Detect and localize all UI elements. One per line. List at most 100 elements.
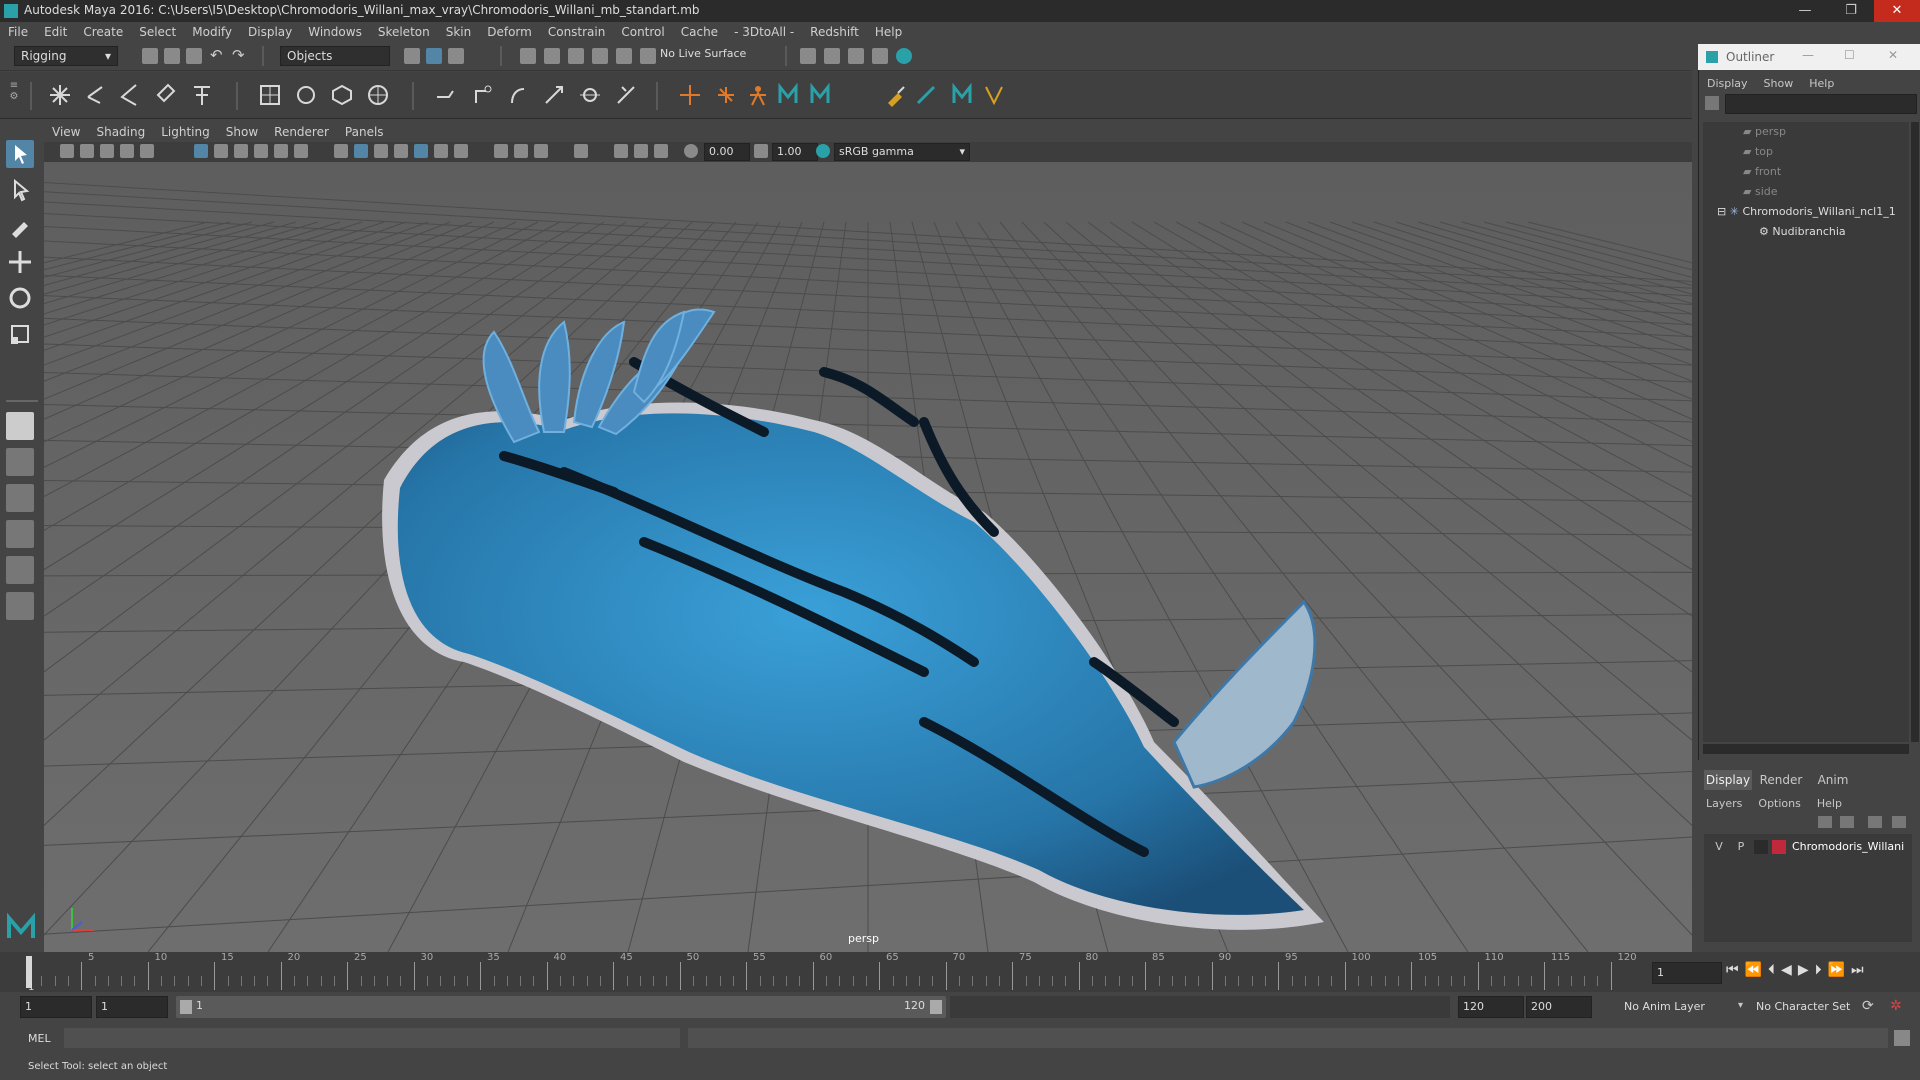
- wireframe-icon[interactable]: [334, 144, 348, 158]
- field-chart-icon[interactable]: [274, 144, 288, 158]
- menu-cache[interactable]: Cache: [673, 22, 726, 42]
- step-forward-frame-icon[interactable]: ⏵: [1815, 962, 1828, 978]
- layer-reference-toggle[interactable]: [1754, 840, 1768, 854]
- grease-pencil-icon[interactable]: [140, 144, 154, 158]
- single-perspective-layout-icon[interactable]: [6, 412, 34, 440]
- viewport-menu-renderer[interactable]: Renderer: [266, 122, 337, 142]
- v-icon[interactable]: [982, 83, 1006, 107]
- resolution-gate-icon[interactable]: [234, 144, 248, 158]
- outliner-vertical-scrollbar[interactable]: [1911, 122, 1919, 742]
- outliner-horizontal-scrollbar[interactable]: [1703, 744, 1909, 754]
- move-tool-icon[interactable]: [6, 248, 34, 276]
- step-forward-key-icon[interactable]: ⏩: [1828, 962, 1851, 978]
- menu-skeleton[interactable]: Skeleton: [370, 22, 438, 42]
- current-frame-field[interactable]: 1: [1652, 962, 1722, 984]
- viewport-menu-lighting[interactable]: Lighting: [153, 122, 218, 142]
- scale-tool-icon[interactable]: [6, 320, 34, 348]
- character-set-dropdown[interactable]: No Character Set: [1756, 1000, 1850, 1013]
- cluster-icon[interactable]: [366, 83, 390, 107]
- playback-controls[interactable]: ⏮⏪⏴◀▶⏵⏩⏭: [1726, 962, 1870, 978]
- open-scene-icon[interactable]: [164, 48, 180, 64]
- go-to-start-icon[interactable]: ⏮: [1726, 962, 1745, 978]
- tab-display[interactable]: Display: [1704, 770, 1752, 790]
- wireframe-on-shaded-icon[interactable]: [394, 144, 408, 158]
- script-editor-icon[interactable]: [1894, 1030, 1910, 1046]
- menu-create[interactable]: Create: [75, 22, 131, 42]
- outliner-menu-help[interactable]: Help: [1801, 75, 1842, 93]
- multisample-aa-icon[interactable]: [534, 144, 548, 158]
- isolate-select-icon[interactable]: [574, 144, 588, 158]
- safe-action-icon[interactable]: [294, 144, 308, 158]
- menu-redshift[interactable]: Redshift: [802, 22, 867, 42]
- menuset-dropdown[interactable]: Rigging ▾: [14, 46, 118, 66]
- render-settings-icon[interactable]: [800, 48, 816, 64]
- orient-constraint-icon[interactable]: [506, 83, 530, 107]
- snap-point-icon[interactable]: [568, 48, 584, 64]
- scale-constraint-icon[interactable]: [542, 83, 566, 107]
- persp-hypershade-layout-icon[interactable]: [6, 556, 34, 584]
- character-controls-icon[interactable]: [776, 83, 800, 107]
- lasso-tool-icon[interactable]: [6, 176, 34, 204]
- gate-mask-icon[interactable]: [254, 144, 268, 158]
- filter-icon[interactable]: [1705, 96, 1719, 110]
- viewport-menu-shading[interactable]: Shading: [88, 122, 153, 142]
- image-plane-icon[interactable]: [120, 144, 134, 158]
- range-slider[interactable]: 1 120: [176, 996, 946, 1018]
- animation-start-field[interactable]: 1: [20, 996, 92, 1018]
- outliner-item-group[interactable]: ⊟ ✳ Chromodoris_Willani_ncl1_1: [1717, 202, 1896, 222]
- render-frame-icon[interactable]: [824, 48, 840, 64]
- ik-handle-icon[interactable]: [84, 83, 108, 107]
- exposure-field[interactable]: 0.00: [704, 143, 750, 161]
- selection-mode-dropdown[interactable]: Objects: [280, 46, 390, 66]
- play-forward-icon[interactable]: ▶: [1798, 962, 1815, 978]
- menu-display[interactable]: Display: [240, 22, 300, 42]
- layer-menu-layers[interactable]: Layers: [1698, 795, 1750, 813]
- humanik-icon[interactable]: [746, 83, 770, 107]
- new-layer-selected-icon[interactable]: [1892, 816, 1906, 828]
- film-gate-icon[interactable]: [214, 144, 228, 158]
- move-layer-up-icon[interactable]: [1818, 816, 1832, 828]
- gamma-field[interactable]: 1.00: [772, 143, 818, 161]
- use-all-lights-icon[interactable]: [434, 144, 448, 158]
- persp-outliner-layout-icon[interactable]: [6, 484, 34, 512]
- outliner-item-side[interactable]: ▰ side: [1743, 182, 1778, 202]
- hik-effector-icon[interactable]: [714, 83, 738, 107]
- screen-space-ao-icon[interactable]: [494, 144, 508, 158]
- layer-color-swatch[interactable]: [1772, 840, 1786, 854]
- outliner-maximize-button[interactable]: ☐: [1844, 48, 1855, 62]
- default-lighting-icon[interactable]: [374, 144, 388, 158]
- menu-constrain[interactable]: Constrain: [540, 22, 614, 42]
- motion-blur-icon[interactable]: [514, 144, 528, 158]
- xray-active-icon[interactable]: [634, 144, 648, 158]
- step-back-frame-icon[interactable]: ⏴: [1768, 962, 1781, 978]
- rotate-tool-icon[interactable]: [6, 284, 34, 312]
- command-input[interactable]: [64, 1028, 680, 1048]
- close-button[interactable]: ✕: [1874, 0, 1920, 22]
- range-slider-start-handle[interactable]: [180, 1000, 192, 1014]
- time-slider-ticks[interactable]: 5 10 15 20 25 30 35 40 45 50 55 60 65 70 75 80 85 90 95 100…: [28, 952, 1637, 992]
- pole-vector-icon[interactable]: [614, 83, 638, 107]
- grid-toggle-icon[interactable]: [194, 144, 208, 158]
- mirror-joint-icon[interactable]: [190, 83, 214, 107]
- snap-view-plane-icon[interactable]: [592, 48, 608, 64]
- menu-file[interactable]: File: [0, 22, 36, 42]
- viewport-menu-panels[interactable]: Panels: [337, 122, 392, 142]
- menu-windows[interactable]: Windows: [300, 22, 370, 42]
- four-view-layout-icon[interactable]: [6, 448, 34, 476]
- outliner-item-front[interactable]: ▰ front: [1743, 162, 1781, 182]
- layer-menu-options[interactable]: Options: [1750, 795, 1808, 813]
- tab-anim[interactable]: Anim: [1810, 770, 1856, 790]
- viewport-menu-view[interactable]: View: [44, 122, 88, 142]
- skin-weights-icon[interactable]: [914, 83, 938, 107]
- new-empty-layer-icon[interactable]: [1868, 816, 1882, 828]
- point-constraint-icon[interactable]: [470, 83, 494, 107]
- time-slider[interactable]: 5 10 15 20 25 30 35 40 45 50 55 60 65 70 75 80 85 90 95 100…: [0, 952, 1920, 993]
- mudbox-icon[interactable]: [950, 83, 974, 107]
- xray-icon[interactable]: [614, 144, 628, 158]
- outliner-item-top[interactable]: ▰ top: [1743, 142, 1773, 162]
- parent-constraint-icon[interactable]: [434, 83, 458, 107]
- exposure-icon[interactable]: [684, 144, 698, 158]
- move-layer-down-icon[interactable]: [1840, 816, 1854, 828]
- play-backward-icon[interactable]: ◀: [1781, 962, 1798, 978]
- lattice-icon[interactable]: [330, 83, 354, 107]
